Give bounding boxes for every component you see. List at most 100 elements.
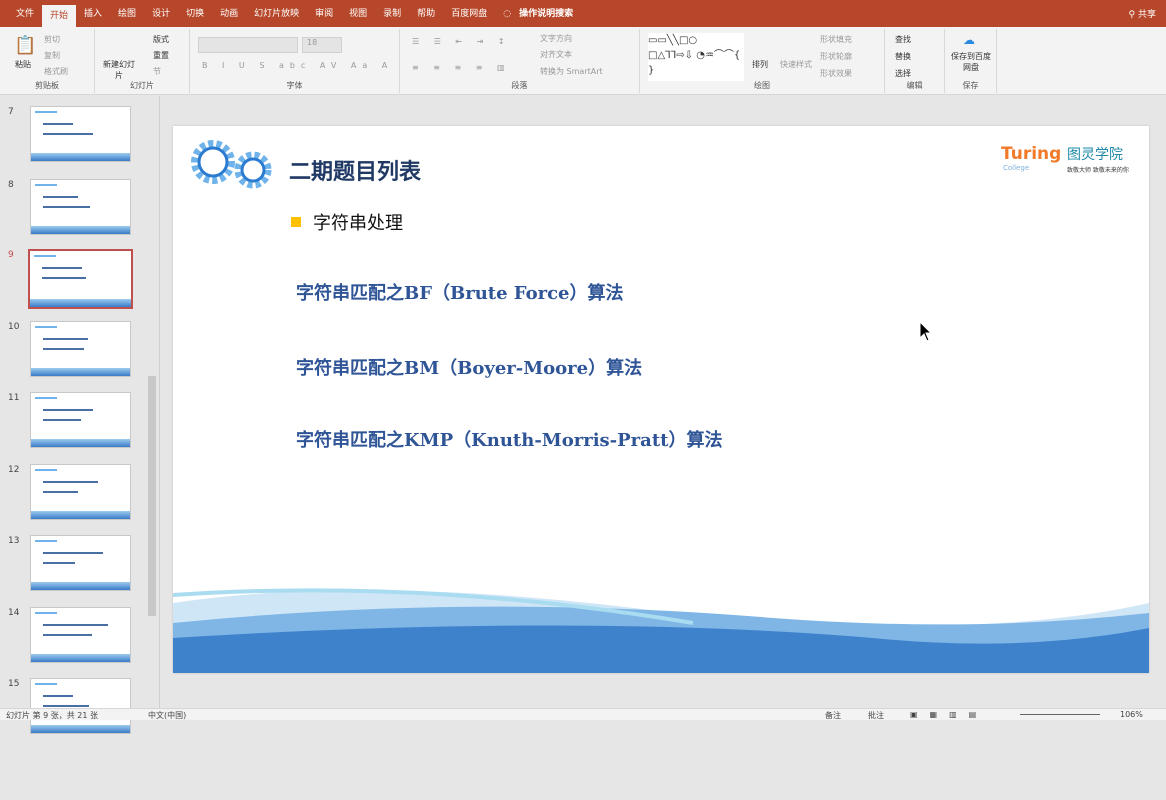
tell-me-search[interactable]: 操作说明搜索: [519, 3, 581, 25]
topic-item: 字符串匹配之KMP（Knuth-Morris-Pratt）算法: [296, 430, 723, 451]
thumb-line: [35, 111, 57, 113]
tab-review[interactable]: 审阅: [307, 3, 341, 25]
format-painter-button[interactable]: 格式刷: [44, 66, 68, 77]
logo-slogan: 致敬大师 致敬未来的你: [1067, 167, 1129, 174]
align-buttons[interactable]: ≡ ≡ ≡ ≡ ▥: [412, 63, 511, 72]
cut-button[interactable]: 剪切: [44, 34, 60, 45]
group-label: 幻灯片: [130, 81, 154, 90]
shape-outline-button[interactable]: 形状轮廓: [820, 51, 852, 62]
shape-fill-button[interactable]: 形状填充: [820, 34, 852, 45]
group-clipboard: 📋 粘贴 剪切 复制 格式刷 剪贴板: [0, 29, 95, 93]
slide-thumbnail[interactable]: [30, 678, 131, 734]
tab-help[interactable]: 帮助: [409, 3, 443, 25]
thumbnail-number: 7: [8, 107, 14, 117]
align-text-button[interactable]: 对齐文本: [540, 49, 572, 60]
font-size-combo[interactable]: 18: [302, 37, 342, 53]
thumb-line: [43, 562, 75, 564]
group-save: ☁ 保存到百度网盘 保存: [945, 29, 997, 93]
turing-logo: Turing College 图灵学院 致敬大师 致敬未来的你: [997, 134, 1137, 180]
thumb-wave: [31, 582, 130, 590]
thumbnail-number: 13: [8, 536, 20, 546]
zoom-level[interactable]: 106%: [1120, 710, 1143, 719]
copy-button[interactable]: 复制: [44, 50, 60, 61]
baidu-cloud-icon: ☁: [963, 33, 975, 47]
group-label: 剪贴板: [35, 81, 59, 90]
slide-thumbnail[interactable]: [30, 106, 131, 162]
section-button[interactable]: 节: [153, 66, 161, 77]
gears-icon: [191, 140, 272, 189]
share-button[interactable]: ⚲ 共享: [1129, 7, 1156, 20]
thumb-line: [43, 552, 103, 554]
list-buttons[interactable]: ☰ ☰ ⇤ ⇥ ↕: [412, 37, 511, 46]
find-button[interactable]: 查找: [895, 34, 911, 45]
slide-thumbnail[interactable]: [30, 464, 131, 520]
thumb-wave: [31, 226, 130, 234]
tab-record[interactable]: 录制: [375, 3, 409, 25]
thumb-wave: [31, 725, 130, 733]
zoom-slider[interactable]: [1020, 714, 1100, 715]
smartart-button[interactable]: 转换为 SmartArt: [540, 66, 603, 77]
save-baidu-button[interactable]: 保存到百度网盘: [951, 51, 991, 73]
tab-animations[interactable]: 动画: [212, 3, 246, 25]
notes-button[interactable]: 备注: [825, 710, 841, 721]
person-icon: ⚲: [1128, 10, 1138, 20]
text-direction-button[interactable]: 文字方向: [540, 33, 572, 44]
layout-button[interactable]: 版式: [153, 34, 169, 45]
tab-transitions[interactable]: 切换: [178, 3, 212, 25]
slide-thumbnail[interactable]: [30, 535, 131, 591]
thumb-wave: [31, 368, 130, 376]
thumbnail-number: 9: [8, 250, 14, 260]
thumb-line: [43, 206, 90, 208]
logo-text: Turing: [1001, 144, 1062, 164]
language[interactable]: 中文(中国): [148, 710, 186, 721]
slide-canvas[interactable]: 二期题目列表 Turing College 图灵学院 致敬大师 致敬未来的你 字…: [173, 126, 1149, 673]
thumb-line: [35, 683, 57, 685]
select-button[interactable]: 选择: [895, 68, 911, 79]
paste-button[interactable]: 粘贴: [15, 59, 31, 70]
tab-home[interactable]: 开始: [42, 5, 77, 27]
slide-thumbnail[interactable]: [30, 607, 131, 663]
thumb-line: [43, 481, 98, 483]
bullet-text: 字符串处理: [313, 213, 403, 234]
replace-button[interactable]: 替换: [895, 51, 911, 62]
shapes-gallery[interactable]: ▭▭╲╲□○ □△⅂⅂⇨⇩ ◔♒⌒⌒{ }: [648, 33, 744, 81]
tab-file[interactable]: 文件: [8, 3, 42, 25]
tab-draw[interactable]: 绘图: [110, 3, 144, 25]
font-name-combo[interactable]: [198, 37, 298, 53]
thumbnail-number: 15: [8, 679, 20, 689]
tab-baidu[interactable]: 百度网盘: [443, 3, 495, 25]
thumb-line: [43, 409, 93, 411]
arrange-button[interactable]: 排列: [752, 59, 768, 70]
thumb-line: [43, 419, 81, 421]
tab-slideshow[interactable]: 幻灯片放映: [246, 3, 307, 25]
tab-view[interactable]: 视图: [341, 3, 375, 25]
group-label: 编辑: [906, 81, 923, 90]
shape-effects-button[interactable]: 形状效果: [820, 68, 852, 79]
thumb-line: [34, 255, 56, 257]
tab-design[interactable]: 设计: [144, 3, 178, 25]
group-font: 18 B I U S abc AV Aa A 字体: [190, 29, 400, 93]
thumb-line: [43, 624, 108, 626]
quick-styles-button[interactable]: 快速样式: [780, 59, 812, 70]
lightbulb-icon: ◌: [503, 8, 512, 19]
thumb-line: [43, 705, 89, 707]
thumb-line: [35, 540, 57, 542]
tab-insert[interactable]: 插入: [76, 3, 110, 25]
thumb-line: [43, 123, 73, 125]
view-buttons[interactable]: ▣▦▥▤: [910, 710, 988, 719]
slide-thumbnail[interactable]: [30, 179, 131, 235]
new-slide-button[interactable]: 新建幻灯片: [103, 59, 135, 81]
thumb-line: [35, 397, 57, 399]
logo-cn: 图灵学院: [1067, 147, 1123, 163]
topic-item: 字符串匹配之BM（Boyer-Moore）算法: [296, 358, 643, 379]
comments-button[interactable]: 批注: [868, 710, 884, 721]
slide-thumbnail[interactable]: [30, 392, 131, 448]
slide-thumbnail[interactable]: [30, 321, 131, 377]
font-format-buttons[interactable]: B I U S abc AV Aa A: [202, 61, 393, 70]
mouse-cursor-icon: [919, 321, 933, 342]
thumb-line: [35, 469, 57, 471]
thumbnail-number: 14: [8, 608, 20, 618]
reset-button[interactable]: 重置: [153, 50, 169, 61]
slide-thumbnail[interactable]: [28, 249, 133, 309]
status-bar: 幻灯片 第 9 张，共 21 张 中文(中国) 备注 批注 ▣▦▥▤ 106%: [0, 708, 1166, 720]
